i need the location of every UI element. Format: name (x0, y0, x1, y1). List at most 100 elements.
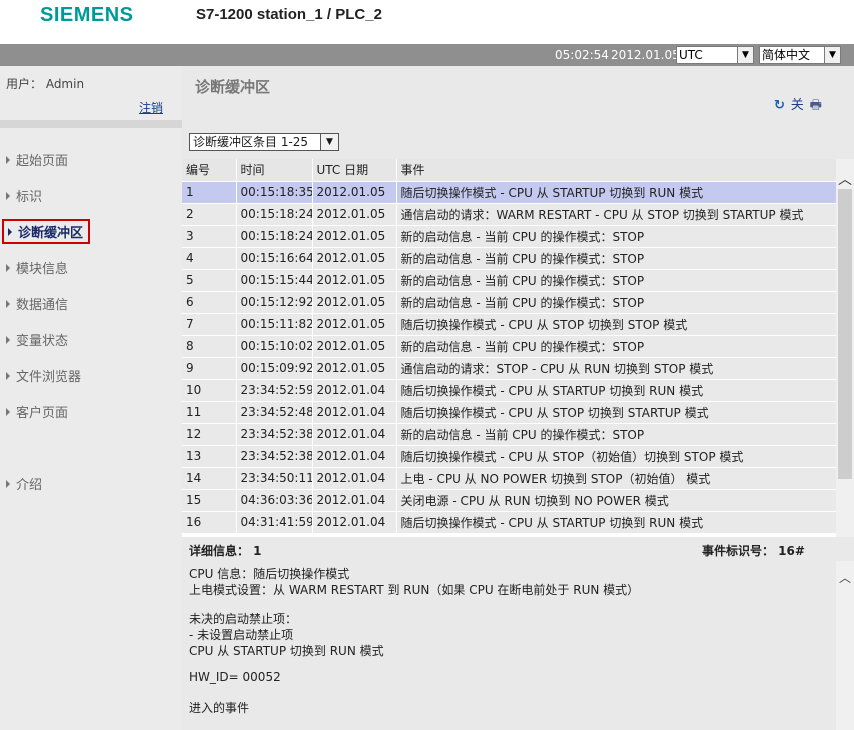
cell-utc-date: 2012.01.05 (312, 225, 397, 248)
triangle-right-icon (6, 336, 10, 344)
cell-utc-date: 2012.01.04 (312, 489, 397, 512)
cell-time: 00:15:18:246 (236, 203, 313, 226)
sidebar-item-communication[interactable]: 数据通信 (6, 294, 68, 313)
cell-time: 04:36:03:363 (236, 489, 313, 512)
sidebar-item-label: 数据通信 (16, 298, 69, 313)
language-value: 简体中文 (762, 48, 811, 62)
chevron-down-icon: ▼ (824, 47, 840, 63)
cell-time: 00:15:10:025 (236, 335, 313, 358)
cell-utc-date: 2012.01.04 (312, 467, 397, 490)
table-row[interactable]: 300:15:18:2462012.01.05新的启动信息 - 当前 CPU 的… (182, 225, 836, 248)
cell-number: 16 (182, 511, 237, 534)
cell-utc-date: 2012.01.05 (312, 203, 397, 226)
table-row[interactable]: 1023:34:52:5922012.01.04随后切换操作模式 - CPU 从… (182, 379, 836, 402)
cell-number: 7 (182, 313, 237, 336)
table-row[interactable]: 1223:34:52:3842012.01.04新的启动信息 - 当前 CPU … (182, 423, 836, 446)
entry-range-select[interactable]: 诊断缓冲区条目 1-25 ▼ (189, 133, 339, 151)
sidebar-item-variable-status[interactable]: 变量状态 (6, 330, 68, 349)
sidebar-item-user-pages[interactable]: 客户页面 (6, 402, 68, 421)
sidebar-item-label: 变量状态 (16, 334, 69, 349)
cell-utc-date: 2012.01.04 (312, 379, 397, 402)
refresh-icon[interactable]: ↻ (774, 98, 785, 113)
cell-time: 04:31:41:598 (236, 511, 313, 534)
cell-event: 随后切换操作模式 - CPU 从 STARTUP 切换到 RUN 模式 (396, 379, 836, 402)
detail-line: - 未设置启动禁止项 (189, 628, 294, 642)
cell-number: 2 (182, 203, 237, 226)
sidebar-item-label: 介绍 (16, 478, 43, 493)
detail-line: CPU 信息：随后切换操作模式 (189, 567, 350, 581)
sidebar-item-identification[interactable]: 标识 (6, 186, 42, 205)
timezone-select[interactable]: UTC ▼ (676, 46, 754, 64)
triangle-right-icon (6, 192, 10, 200)
detail-scrollbar[interactable]: ︿ (836, 561, 854, 730)
sidebar-item-introduction[interactable]: 介绍 (6, 474, 42, 493)
table-row[interactable]: 1423:34:50:1162012.01.04上电 - CPU 从 NO PO… (182, 467, 836, 490)
cell-number: 8 (182, 335, 237, 358)
user-panel: 用户： Admin 注销 (0, 66, 182, 120)
table-row[interactable]: 400:15:16:6462012.01.05新的启动信息 - 当前 CPU 的… (182, 247, 836, 270)
timezone-value: UTC (679, 48, 703, 62)
cell-utc-date: 2012.01.04 (312, 445, 397, 468)
cell-time: 00:15:15:442 (236, 269, 313, 292)
table-header-row: 编号 时间 UTC 日期 事件 (182, 159, 836, 182)
close-icon[interactable]: 关 (791, 94, 804, 113)
table-scrollbar[interactable]: ︿ ﹀ (836, 159, 854, 599)
cell-number: 13 (182, 445, 237, 468)
cell-number: 5 (182, 269, 237, 292)
cell-time: 23:34:52:384 (236, 445, 313, 468)
table-row[interactable]: 600:15:12:9282012.01.05新的启动信息 - 当前 CPU 的… (182, 291, 836, 314)
table-row[interactable]: 900:15:09:9222012.01.05通信启动的请求：STOP - CP… (182, 357, 836, 380)
clock-time: 05:02:54 (555, 48, 609, 62)
cell-event: 随后切换操作模式 - CPU 从 STOP（初始值）切换到 STOP 模式 (396, 445, 836, 468)
detail-label: 详细信息： 1 (189, 544, 262, 558)
cell-time: 00:15:09:922 (236, 357, 313, 380)
language-select[interactable]: 简体中文 ▼ (759, 46, 841, 64)
chevron-up-icon[interactable]: ︿ (836, 569, 854, 586)
cell-number: 1 (182, 181, 237, 204)
cell-utc-date: 2012.01.05 (312, 313, 397, 336)
detail-header: 详细信息： 1 事件标识号： 16# 02:400C (182, 537, 854, 573)
table-row[interactable]: 700:15:11:8272012.01.05随后切换操作模式 - CPU 从 … (182, 313, 836, 336)
detail-line: 进入的事件 (189, 701, 250, 715)
sidebar-item-file-browser[interactable]: 文件浏览器 (6, 366, 81, 385)
print-icon[interactable]: 🖶 (810, 96, 822, 118)
column-header-time[interactable]: 时间 (236, 159, 313, 182)
chevron-up-icon[interactable]: ︿ (836, 169, 854, 189)
table-row[interactable]: 1604:31:41:5982012.01.04随后切换操作模式 - CPU 从… (182, 511, 836, 534)
cell-event: 随后切换操作模式 - CPU 从 STOP 切换到 STOP 模式 (396, 313, 836, 336)
detail-line: 上电模式设置：从 WARM RESTART 到 RUN（如果 CPU 在断电前处… (189, 583, 640, 597)
table-row[interactable]: 1123:34:52:4872012.01.04随后切换操作模式 - CPU 从… (182, 401, 836, 424)
cell-number: 4 (182, 247, 237, 270)
chevron-down-icon: ▼ (737, 47, 753, 63)
chevron-down-icon: ▼ (320, 134, 338, 150)
table-row[interactable]: 100:15:18:3502012.01.05随后切换操作模式 - CPU 从 … (182, 181, 836, 204)
table-row[interactable]: 500:15:15:4422012.01.05新的启动信息 - 当前 CPU 的… (182, 269, 836, 292)
sidebar-item-label: 诊断缓冲区 (18, 226, 84, 241)
diagnostic-table: 编号 时间 UTC 日期 事件 100:15:18:3502012.01.05随… (182, 159, 836, 599)
sidebar-item-start-page[interactable]: 起始页面 (6, 150, 68, 169)
clock-date: 2012.01.05 (611, 48, 680, 62)
table-row[interactable]: 800:15:10:0252012.01.05新的启动信息 - 当前 CPU 的… (182, 335, 836, 358)
cell-event: 新的启动信息 - 当前 CPU 的操作模式：STOP (396, 225, 836, 248)
column-header-utc-date[interactable]: UTC 日期 (312, 159, 397, 182)
cell-time: 00:15:18:246 (236, 225, 313, 248)
cell-utc-date: 2012.01.05 (312, 181, 397, 204)
cell-time: 00:15:11:827 (236, 313, 313, 336)
sidebar-item-diagnostic-buffer[interactable]: 诊断缓冲区 (2, 219, 91, 244)
table-row[interactable]: 200:15:18:2462012.01.05通信启动的请求：WARM REST… (182, 203, 836, 226)
logout-link[interactable]: 注销 (139, 99, 163, 116)
cell-number: 6 (182, 291, 237, 314)
sidebar-item-label: 客户页面 (16, 406, 69, 421)
cell-number: 9 (182, 357, 237, 380)
cell-event: 上电 - CPU 从 NO POWER 切换到 STOP（初始值） 模式 (396, 467, 836, 490)
column-header-number[interactable]: 编号 (182, 159, 237, 182)
scrollbar-thumb[interactable] (838, 189, 852, 479)
column-header-event[interactable]: 事件 (396, 159, 836, 182)
sidebar-item-label: 文件浏览器 (16, 370, 82, 385)
table-row[interactable]: 1323:34:52:3842012.01.04随后切换操作模式 - CPU 从… (182, 445, 836, 468)
table-row[interactable]: 1504:36:03:3632012.01.04关闭电源 - CPU 从 RUN… (182, 489, 836, 512)
cell-number: 10 (182, 379, 237, 402)
detail-body: CPU 信息：随后切换操作模式 上电模式设置：从 WARM RESTART 到 … (182, 561, 836, 730)
sidebar-item-module-info[interactable]: 模块信息 (6, 258, 68, 277)
sidebar-item-label: 起始页面 (16, 154, 69, 169)
